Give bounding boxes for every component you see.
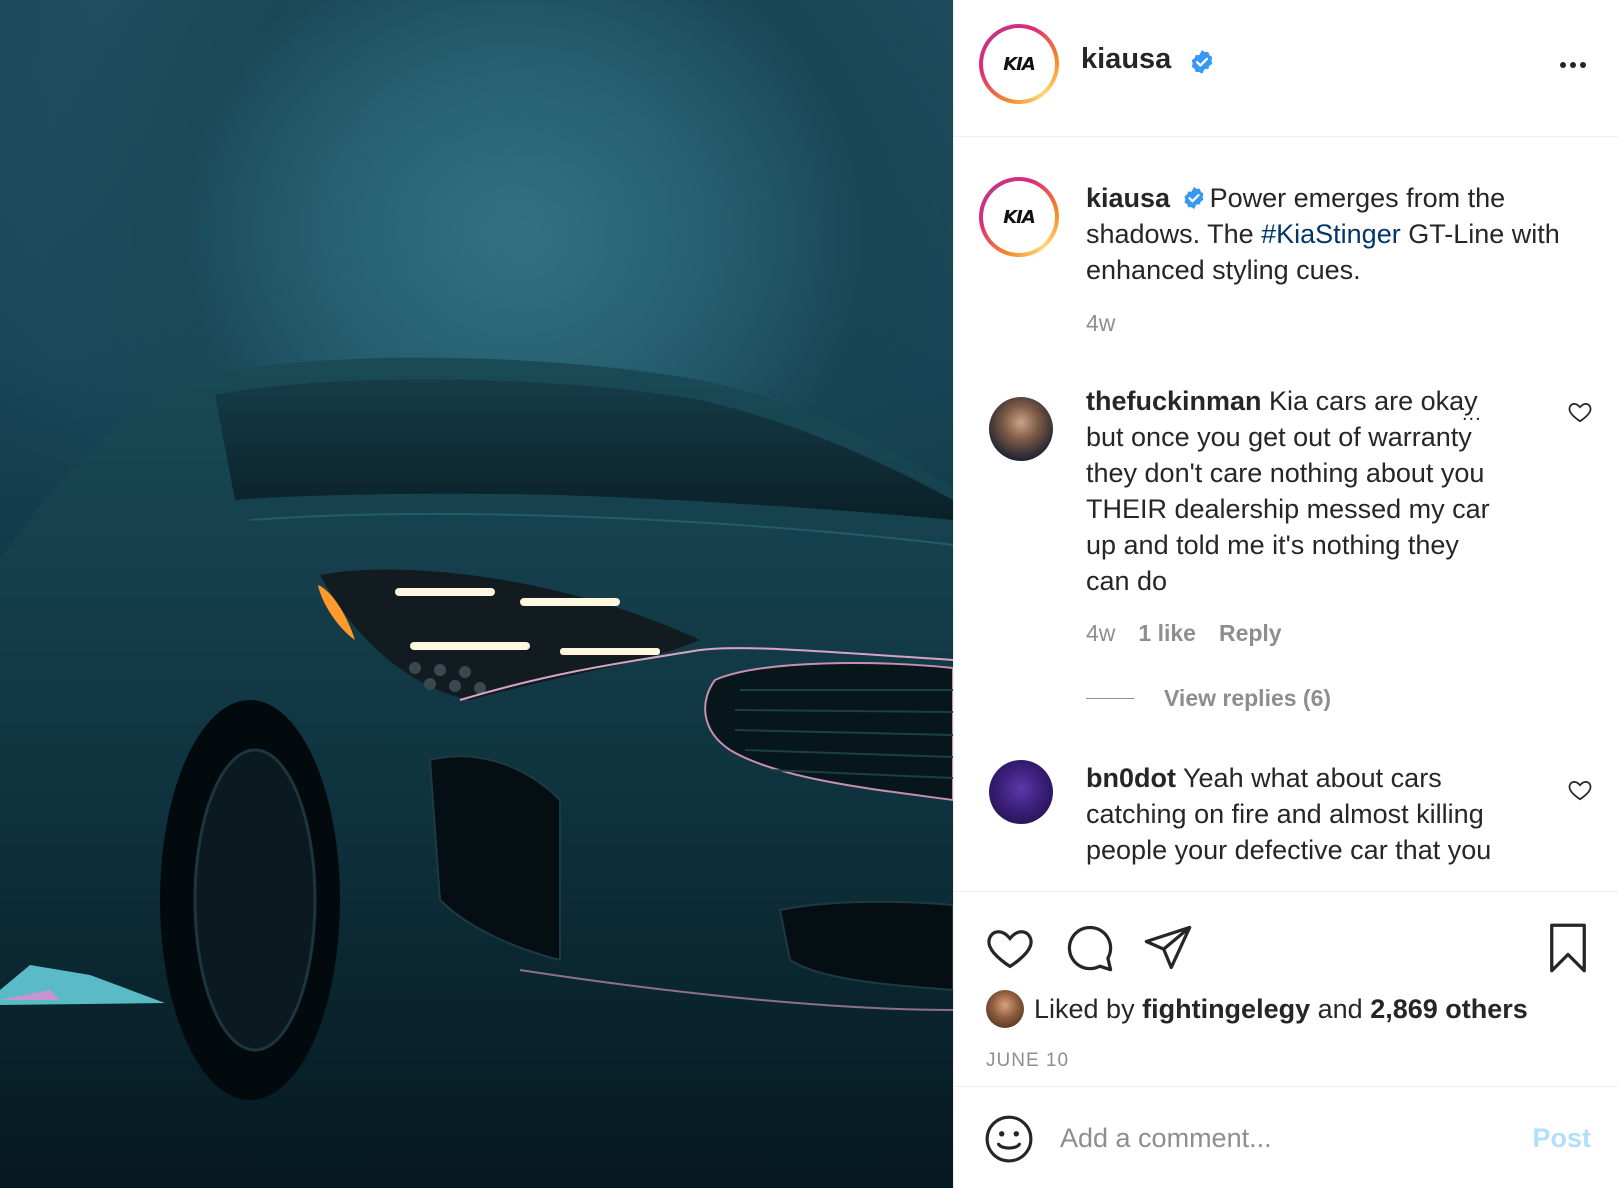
post-header: KIA kiausa	[954, 0, 1618, 137]
comment-bubble-icon[interactable]	[1064, 922, 1116, 974]
post-side-panel: KIA kiausa KIA kiausa Power emerges from…	[953, 0, 1618, 1188]
likes-middle: and	[1317, 993, 1363, 1024]
kia-logo: KIA	[1003, 206, 1036, 228]
heart-icon[interactable]	[984, 922, 1036, 974]
comment-line: but once you get out of warranty	[1086, 422, 1472, 452]
comments-list[interactable]: KIA kiausa Power emerges from the shadow…	[954, 137, 1618, 891]
comment-likes-count[interactable]: 1 like	[1138, 620, 1196, 647]
caption-avatar[interactable]: KIA	[979, 177, 1059, 257]
comment-like-heart-icon[interactable]	[1567, 777, 1593, 803]
comment-line: Kia cars are okay	[1269, 386, 1478, 416]
caption-username[interactable]: kiausa	[1086, 183, 1170, 213]
verified-badge-icon	[1191, 50, 1213, 74]
bookmark-icon[interactable]	[1542, 922, 1594, 974]
add-comment-bar: Post	[954, 1087, 1618, 1188]
comment-line: Yeah what about cars	[1183, 763, 1442, 793]
commenter-avatar[interactable]	[989, 397, 1053, 461]
comment-more-button[interactable]: ...	[1462, 403, 1482, 426]
kia-logo: KIA	[1003, 53, 1036, 75]
post-comment-button[interactable]: Post	[1532, 1123, 1591, 1154]
replies-divider	[1086, 698, 1134, 699]
comment-time[interactable]: 4w	[1086, 620, 1115, 647]
comment-line: can do	[1086, 566, 1168, 596]
profile-avatar[interactable]: KIA	[979, 24, 1059, 104]
comment-line: THEIR dealership messed my car	[1086, 494, 1490, 524]
post-date[interactable]: JUNE 10	[986, 1050, 1069, 1072]
caption-hashtag[interactable]: #KiaStinger	[1261, 219, 1401, 249]
smiley-icon[interactable]	[984, 1114, 1034, 1164]
verified-badge-icon	[1184, 186, 1204, 209]
comment-line: catching on fire and almost killing	[1086, 799, 1484, 829]
likes-prefix: Liked by	[1034, 993, 1135, 1024]
comment-username[interactable]: thefuckinman	[1086, 386, 1262, 416]
liker-avatar[interactable]	[986, 990, 1024, 1028]
comment-text: bn0dot Yeah what about cars catching on …	[1086, 760, 1536, 868]
likes-others-count[interactable]: 2,869 others	[1370, 994, 1528, 1025]
comment-line: people your defective car that you	[1086, 835, 1492, 865]
caption-text: kiausa Power emerges from the shadows. T…	[1086, 180, 1596, 288]
comment-like-heart-icon[interactable]	[1567, 399, 1593, 425]
comment-input[interactable]	[1060, 1113, 1500, 1163]
liker-username[interactable]: fightingelegy	[1142, 994, 1310, 1025]
comment-username[interactable]: bn0dot	[1086, 763, 1176, 793]
post-actions: Liked by fightingelegy and 2,869 others …	[954, 891, 1618, 1087]
view-replies-label: View replies (6)	[1164, 685, 1332, 711]
paper-plane-icon[interactable]	[1142, 922, 1194, 974]
comment-line: they don't care nothing about you	[1086, 458, 1485, 488]
post-photo[interactable]	[0, 0, 953, 1188]
more-options-button[interactable]	[1555, 50, 1591, 80]
profile-username[interactable]: kiausa	[1081, 43, 1171, 76]
likes-summary: Liked by fightingelegy and 2,869 others	[986, 988, 1528, 1030]
comment-line: up and told me it's nothing they	[1086, 530, 1459, 560]
commenter-avatar[interactable]	[989, 760, 1053, 824]
comment-meta: 4w 1 like Reply	[1086, 620, 1282, 647]
view-replies-button[interactable]: View replies (6)	[1086, 685, 1331, 712]
car-illustration	[0, 0, 953, 1188]
caption-time[interactable]: 4w	[1086, 310, 1115, 337]
comment-reply-button[interactable]: Reply	[1219, 620, 1282, 647]
